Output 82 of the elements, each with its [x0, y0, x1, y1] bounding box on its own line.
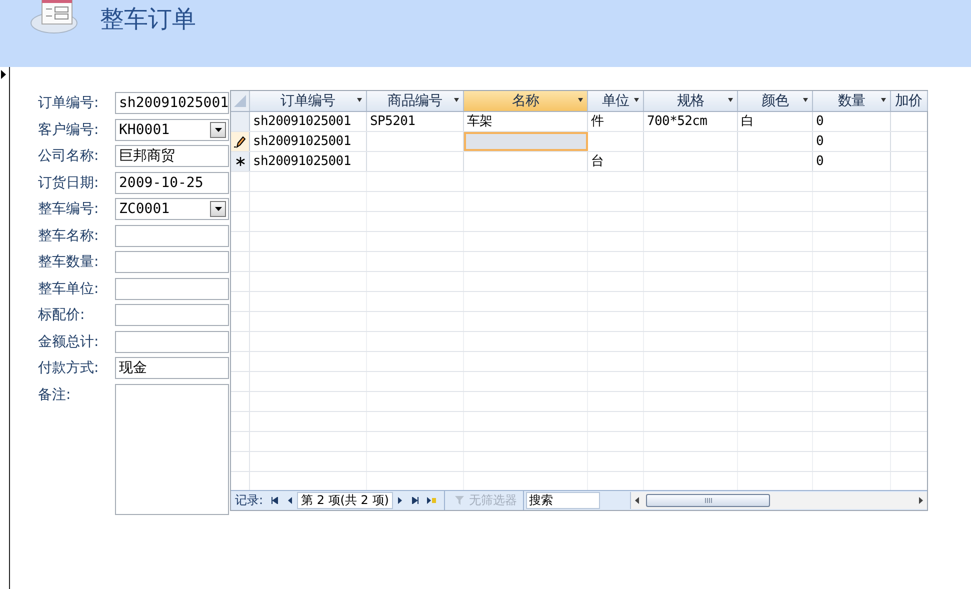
pencil-icon [234, 136, 246, 148]
search-field[interactable]: 搜索 [526, 492, 600, 509]
table-cell: sh20091025001 [250, 152, 367, 171]
input-field[interactable]: 现金 [115, 357, 229, 379]
dropdown-button[interactable] [210, 122, 226, 138]
column-header[interactable]: 订单编号 [250, 91, 367, 111]
caret-down-icon [214, 128, 222, 132]
column-menu-button[interactable] [802, 98, 809, 104]
row-selector[interactable] [231, 152, 250, 171]
input-field[interactable] [115, 251, 229, 273]
input-field[interactable] [115, 278, 229, 300]
combo-box[interactable]: ZC0001 [115, 198, 229, 220]
column-menu-button[interactable] [727, 98, 734, 104]
column-menu-button[interactable] [356, 98, 363, 104]
field-label: 整车单位: [38, 280, 100, 298]
column-header[interactable]: 数量 [813, 91, 891, 111]
column-menu-button[interactable] [880, 98, 887, 104]
input-field[interactable] [115, 224, 229, 246]
table-cell: 700*52cm [644, 112, 738, 131]
input-field[interactable]: 巨邦商贸 [115, 145, 229, 167]
caret-down-icon [633, 98, 640, 102]
first-record-icon [271, 497, 278, 504]
field-label: 整车编号: [38, 200, 100, 219]
caret-down-icon [356, 98, 363, 102]
column-menu-button[interactable] [633, 98, 640, 104]
next-record-icon [396, 497, 404, 504]
table-cell: 白 [738, 112, 813, 131]
new-record-icon [426, 497, 436, 504]
column-header[interactable]: 名称 [464, 91, 588, 111]
dropdown-button[interactable] [210, 201, 226, 217]
scroll-right-icon[interactable] [919, 497, 923, 504]
row-selector[interactable] [231, 132, 250, 151]
table-cell: 0 [813, 132, 891, 151]
filter-icon [454, 496, 466, 506]
previous-record-icon [286, 497, 294, 504]
table-cell: 车架 [464, 112, 588, 131]
field-label: 标配价: [38, 306, 86, 325]
record-position-field[interactable]: 第 2 项(共 2 项) [297, 492, 393, 509]
record-selector-icon [0, 69, 7, 80]
field-label: 订货日期: [38, 174, 100, 192]
column-menu-button[interactable] [453, 98, 460, 104]
field-label: 公司名称: [38, 147, 100, 166]
record-label: 记录: [235, 492, 264, 509]
scroll-left-icon[interactable] [635, 497, 639, 504]
combo-box[interactable]: KH0001 [115, 118, 229, 140]
asterisk-icon [236, 157, 244, 166]
caret-down-icon [453, 98, 460, 102]
caret-down-icon [802, 98, 809, 102]
caret-down-icon [880, 98, 887, 102]
column-header[interactable]: 颜色 [738, 91, 813, 111]
table-cell: 台 [588, 152, 644, 171]
column-header[interactable]: 加价 [891, 91, 928, 111]
caret-down-icon [727, 98, 734, 102]
scrollbar-thumb[interactable] [646, 494, 770, 507]
caret-down-icon [214, 207, 222, 211]
column-header[interactable]: 单位 [588, 91, 644, 111]
last-record-icon [412, 497, 419, 504]
field-label: 客户编号: [38, 120, 100, 140]
input-field[interactable]: sh20091025001 [115, 92, 229, 114]
field-label: 订单编号: [38, 94, 100, 113]
table-cell: sh20091025001 [250, 132, 367, 151]
field-label: 付款方式: [38, 359, 100, 378]
horizontal-scrollbar[interactable] [630, 492, 927, 509]
active-cell[interactable] [464, 132, 588, 151]
table-cell: 件 [588, 112, 644, 131]
corner-triangle-icon [234, 95, 246, 107]
table-cell: 0 [813, 152, 891, 171]
input-field[interactable]: 2009-10-25 [115, 172, 229, 194]
field-label: 整车数量: [38, 253, 100, 272]
field-label: 整车名称: [38, 226, 100, 246]
column-header[interactable]: 规格 [644, 91, 738, 111]
input-field[interactable] [115, 330, 229, 352]
table-cell: SP5201 [367, 112, 464, 131]
caret-down-icon [577, 98, 584, 102]
input-field[interactable] [115, 304, 229, 326]
table-cell: 0 [813, 112, 891, 131]
table-cell: sh20091025001 [250, 112, 367, 131]
memo-field[interactable] [115, 384, 229, 514]
field-label: 备注: [38, 386, 72, 404]
field-label: 金额总计: [38, 332, 100, 352]
form-title: 整车订单 [100, 4, 196, 35]
column-menu-button[interactable] [577, 98, 584, 104]
